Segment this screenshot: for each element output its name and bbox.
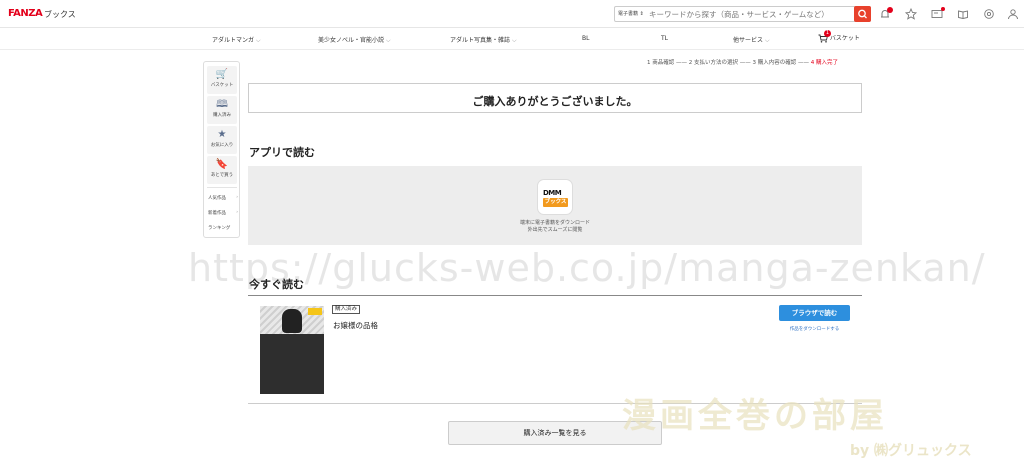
sidebar-item-label: お気に入り: [210, 143, 234, 148]
fanza-logo[interactable]: FANZA: [8, 8, 43, 19]
cover-character: [282, 309, 302, 333]
step-separator: ——: [674, 60, 689, 66]
notification-badge: [887, 7, 893, 13]
book-icon: 🕮: [216, 99, 228, 110]
search-category-select[interactable]: 電子書籍 ⇕: [618, 10, 644, 17]
sidebar-link-popular[interactable]: 人気作品 ›: [208, 195, 238, 201]
step-separator: ——: [796, 60, 811, 66]
category-nav: アダルトマンガ ⌵ 美少女ノベル・官能小説 ⌵ アダルト写真集・雑誌 ⌵ BL …: [0, 29, 1024, 50]
purchase-history-header-button[interactable]: [930, 7, 945, 21]
divider: [248, 295, 862, 296]
download-link[interactable]: 作品をダウンロードする: [779, 326, 850, 332]
new-dot: [941, 7, 945, 11]
step-4-current: 4 購入完了: [810, 60, 838, 66]
books-logo-text: ブックス: [543, 198, 568, 207]
sidebar-link-label: 人気作品: [208, 196, 226, 201]
thanks-message: ご購入ありがとうございました。: [472, 95, 638, 108]
nav-other-services[interactable]: 他サービス ⌵: [733, 35, 770, 45]
sidebar-link-label: 新着作品: [208, 211, 226, 216]
library-header-button[interactable]: [956, 7, 970, 21]
sidebar-link-ranking[interactable]: ランキング: [208, 225, 238, 231]
nav-label: 他サービス: [733, 37, 764, 44]
sidebar-purchased-button[interactable]: 🕮 購入済み: [207, 96, 237, 124]
chevron-down-icon: ⌵: [511, 37, 517, 44]
search-button[interactable]: [854, 6, 871, 22]
dmm-books-app-icon[interactable]: DMM ブックス: [537, 179, 573, 215]
sidebar-item-label: バスケット: [210, 83, 234, 88]
nav-label: アダルトマンガ: [212, 37, 255, 44]
book-cover[interactable]: [260, 306, 324, 394]
books-label[interactable]: ブックス: [44, 9, 76, 20]
book-icon: [958, 10, 968, 19]
search-icon: [858, 9, 867, 19]
read-in-browser-button[interactable]: ブラウザで読む: [779, 305, 850, 321]
sidebar-link-new[interactable]: 新着作品 ›: [208, 210, 238, 216]
step-separator: ——: [738, 60, 753, 66]
purchased-badge: 購入済み: [332, 305, 361, 314]
sidebar-link-label: ランキング: [208, 226, 231, 231]
nav-novel[interactable]: 美少女ノベル・官能小説 ⌵: [318, 35, 391, 45]
star-icon: ★: [217, 129, 227, 140]
site-stamp: 漫画全巻の部屋: [622, 396, 888, 436]
search-box: 電子書籍 ⇕: [614, 6, 871, 22]
item-title[interactable]: お嬢様の品格: [333, 320, 378, 331]
account-header-button[interactable]: [1006, 7, 1020, 21]
step-2: 2 支払い方法の選択: [688, 60, 738, 66]
sidebar-item-label: 購入済み: [213, 113, 231, 118]
nav-label: 美少女ノベル・官能小説: [318, 37, 385, 44]
search-input[interactable]: [649, 7, 849, 21]
step-3: 3 購入内容の確認: [752, 60, 797, 66]
chevron-down-icon: ⌵: [764, 37, 770, 44]
chevron-right-icon: ›: [236, 195, 238, 200]
sidebar-divider: [207, 187, 237, 188]
nav-label: BL: [582, 35, 590, 42]
sidebar-item-label: あとで買う: [210, 173, 234, 178]
dmm-logo-text: DMM: [543, 189, 562, 197]
checkout-steps: 1 商品確認 —— 2 支払い方法の選択 —— 3 購入内容の確認 —— 4 購…: [647, 58, 838, 66]
bookmark-icon: 🔖: [215, 159, 229, 170]
read-now-section-title: 今すぐ読む: [249, 278, 304, 291]
nav-bl[interactable]: BL: [582, 35, 589, 42]
nav-tl[interactable]: TL: [661, 35, 668, 42]
help-header-button[interactable]: [982, 7, 996, 21]
app-section-title: アプリで読む: [249, 146, 315, 159]
app-description-line2: 外出先でスムーズに閲覧: [527, 227, 583, 233]
header: FANZA ブックス 電子書籍 ⇕: [0, 0, 1024, 28]
nav-adult-manga[interactable]: アダルトマンガ ⌵: [212, 35, 261, 45]
step-1: 1 商品確認: [647, 60, 675, 66]
basket-label: バスケット: [829, 35, 860, 42]
sidebar: 🛒 バスケット 🕮 購入済み ★ お気に入り 🔖 あとで買う 人気作品 › 新着…: [203, 61, 240, 238]
help-icon: [984, 9, 994, 19]
user-icon: [1008, 9, 1018, 20]
site-stamp-by: by ㈱グリュックス: [850, 443, 972, 459]
cart-icon: 🛒: [215, 69, 229, 80]
cover-label: [308, 308, 322, 315]
favorites-header-button[interactable]: [904, 7, 918, 21]
watermark-url: https://glucks-web.co.jp/manga-zenkan/: [188, 246, 986, 290]
chevron-down-icon: ⌵: [255, 37, 261, 44]
sidebar-favorites-button[interactable]: ★ お気に入り: [207, 126, 237, 154]
nav-photobook[interactable]: アダルト写真集・雑誌 ⌵: [450, 35, 517, 45]
star-outline-icon: [904, 7, 918, 20]
chevron-right-icon: ›: [236, 210, 238, 215]
sidebar-buy-later-button[interactable]: 🔖 あとで買う: [207, 156, 237, 184]
nav-label: アダルト写真集・雑誌: [450, 37, 511, 44]
app-description-line1: 端末に電子書籍をダウンロード: [519, 220, 590, 226]
chevron-down-icon: ⌵: [385, 37, 391, 44]
notification-button[interactable]: [878, 7, 893, 21]
thanks-box: ご購入ありがとうございました。: [248, 83, 862, 113]
sidebar-basket-button[interactable]: 🛒 バスケット: [207, 66, 237, 94]
nav-label: TL: [661, 35, 669, 42]
app-box: DMM ブックス 端末に電子書籍をダウンロード 外出先でスムーズに閲覧: [248, 166, 862, 245]
basket-count-badge: 1: [824, 30, 831, 37]
